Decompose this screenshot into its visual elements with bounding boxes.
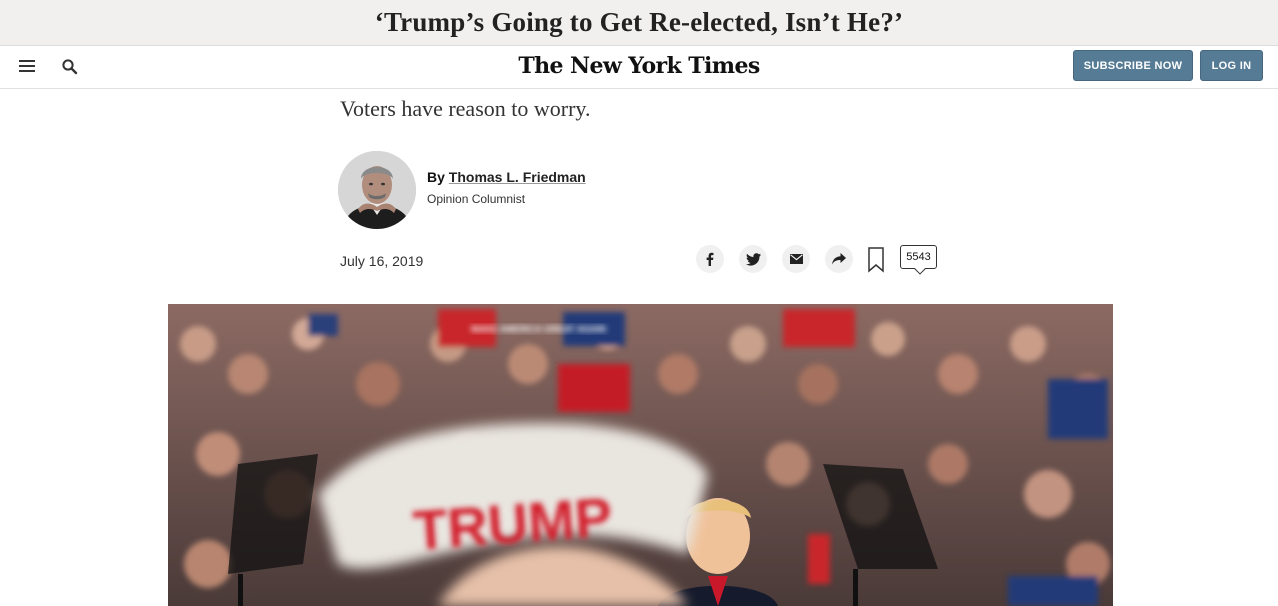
share-icon (832, 253, 846, 265)
publish-date: July 16, 2019 (340, 253, 424, 269)
facebook-share-button[interactable] (696, 245, 724, 273)
author-role: Opinion Columnist (427, 192, 526, 206)
lead-photo[interactable]: MAKE AMERICA GREAT AGAIN TRUMP (168, 304, 1113, 606)
byline-prefix: By (427, 169, 445, 185)
email-icon (789, 254, 803, 264)
twitter-icon (745, 252, 761, 266)
author-link[interactable]: Thomas L. Friedman (449, 169, 586, 185)
twitter-share-button[interactable] (739, 245, 767, 273)
bookmark-icon[interactable] (867, 247, 885, 273)
masthead: The New York Times SUBSCRIBE NOW LOG IN (0, 46, 1278, 89)
byline: By Thomas L. Friedman (427, 169, 586, 185)
more-share-button[interactable] (825, 245, 853, 273)
facebook-icon (706, 252, 714, 266)
rally-photo-image: MAKE AMERICA GREAT AGAIN TRUMP (168, 304, 1113, 606)
author-avatar[interactable] (338, 151, 416, 229)
sticky-headline: ‘Trump’s Going to Get Re-elected, Isn’t … (374, 7, 904, 37)
log-in-button[interactable]: LOG IN (1200, 50, 1263, 81)
sticky-headline-bar: ‘Trump’s Going to Get Re-elected, Isn’t … (0, 0, 1278, 46)
comments-button[interactable]: 5543 (900, 245, 937, 269)
email-share-button[interactable] (782, 245, 810, 273)
subscribe-now-button[interactable]: SUBSCRIBE NOW (1073, 50, 1193, 81)
comment-count: 5543 (906, 251, 931, 263)
rally-placard-text: MAKE AMERICA GREAT AGAIN (471, 324, 606, 334)
article-dek: Voters have reason to worry. (340, 96, 591, 121)
